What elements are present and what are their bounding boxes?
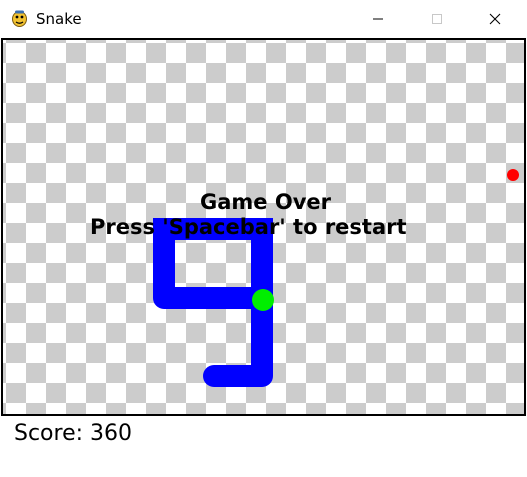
minimize-button[interactable] (355, 0, 401, 38)
snake-body (153, 218, 273, 387)
score-value: 360 (90, 421, 133, 446)
score-display: Score: 360 (14, 420, 132, 448)
close-button[interactable] (472, 0, 518, 38)
game-over-title: Game Over (200, 190, 331, 214)
game-board[interactable]: Game Over Press 'Spacebar' to restart (1, 38, 526, 416)
food-pellet (507, 169, 519, 181)
python-icon (10, 9, 29, 28)
close-icon (489, 10, 501, 29)
title-bar[interactable]: Snake (0, 0, 527, 38)
score-label: Score: (14, 421, 91, 446)
minimize-icon (372, 10, 384, 29)
maximize-icon (431, 10, 443, 29)
restart-prompt: Press 'Spacebar' to restart (90, 215, 407, 239)
window-title: Snake (36, 10, 82, 28)
snake-head (252, 289, 274, 311)
game-window: Snake Game Over Press 'Spacebar' to rest… (0, 0, 527, 477)
maximize-button[interactable] (414, 0, 460, 38)
